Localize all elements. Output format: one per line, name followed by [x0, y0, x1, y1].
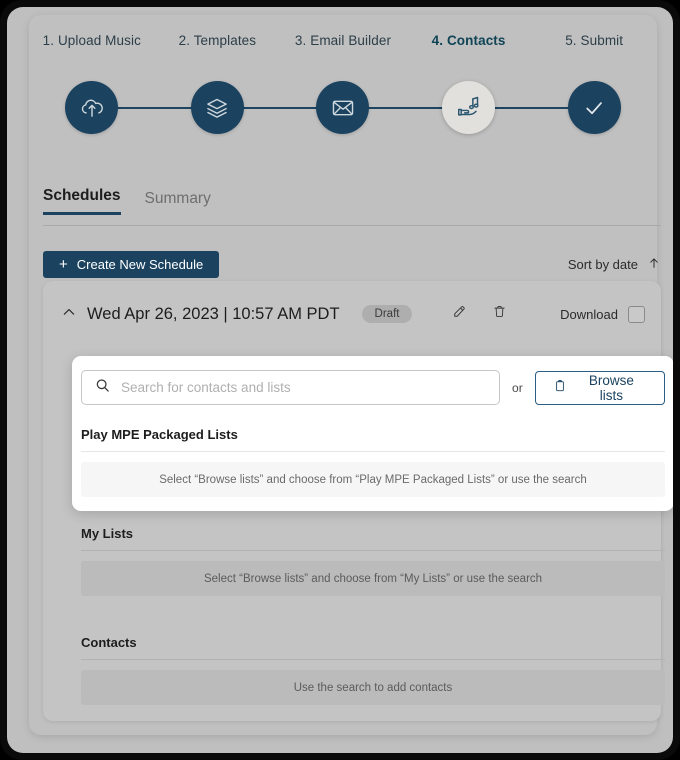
step-label-upload-music[interactable]: 1. Upload Music [29, 33, 155, 48]
stepper-label-col-4: 4. Contacts [406, 33, 532, 48]
stepper-labels: 1. Upload Music 2. Templates 3. Email Bu… [29, 33, 657, 48]
tab-bar-divider [43, 225, 661, 226]
delete-schedule-button[interactable] [486, 301, 512, 327]
sort-by-date-label: Sort by date [567, 256, 638, 272]
status-badge: Draft [361, 305, 413, 323]
section-title-contacts: Contacts [81, 635, 137, 650]
edit-schedule-button[interactable] [446, 301, 472, 327]
stepper-circle-col-4 [406, 81, 532, 134]
check-icon [580, 94, 608, 122]
device-frame: 1. Upload Music 2. Templates 3. Email Bu… [0, 0, 680, 760]
browse-lists-label: Browse lists [588, 372, 634, 403]
search-row: or Browse lists [81, 370, 665, 405]
page-viewport: 1. Upload Music 2. Templates 3. Email Bu… [7, 7, 673, 753]
tab-row: Schedules Summary [43, 183, 643, 215]
step-circle-upload-music[interactable] [65, 81, 119, 134]
or-separator-label: or [512, 380, 523, 395]
step-label-email-builder[interactable]: 3. Email Builder [280, 33, 406, 48]
tab-bar: Schedules Summary [43, 183, 643, 225]
step-circle-email-builder[interactable] [316, 81, 370, 134]
contacts-divider [81, 659, 665, 660]
trash-icon [492, 304, 507, 324]
progress-stepper: 1. Upload Music 2. Templates 3. Email Bu… [29, 33, 657, 148]
schedule-card: Wed Apr 26, 2023 | 10:57 AM PDT Draft Do… [43, 281, 673, 721]
step-circle-templates[interactable] [190, 81, 244, 134]
edit-pencil-icon [451, 304, 467, 325]
schedules-toolbar: + Create New Schedule Sort by date [43, 247, 661, 281]
download-label: Download [560, 306, 618, 322]
stepper-circle-col-3 [280, 81, 406, 134]
browse-lists-button[interactable]: Browse lists [534, 370, 665, 405]
stepper-track [29, 81, 657, 135]
contacts-empty-state: Use the search to add contacts [81, 670, 665, 705]
packaged-lists-empty-state: Select “Browse lists” and choose from “P… [81, 462, 665, 497]
layers-icon [204, 95, 230, 121]
section-title-my-lists: My Lists [81, 526, 134, 541]
schedule-title: Wed Apr 26, 2023 | 10:57 AM PDT [87, 304, 340, 323]
search-input[interactable] [121, 380, 488, 395]
my-lists-divider [81, 550, 665, 551]
stepper-label-col-3: 3. Email Builder [280, 33, 406, 48]
sort-by-date-control[interactable]: Sort by date [568, 256, 661, 273]
envelope-icon [330, 95, 356, 121]
arrow-up-icon [647, 256, 661, 273]
step-label-submit[interactable]: 5. Submit [531, 33, 657, 48]
schedule-card-header: Wed Apr 26, 2023 | 10:57 AM PDT Draft Do… [43, 297, 661, 331]
section-title-packaged-lists: Play MPE Packaged Lists [81, 427, 238, 442]
download-control[interactable]: Download [560, 305, 645, 323]
stepper-circles [29, 81, 657, 134]
contacts-search-panel: or Browse lists Play MPE Packaged Li [72, 356, 673, 511]
create-new-schedule-button[interactable]: + Create New Schedule [43, 250, 220, 278]
step-circle-contacts[interactable] [442, 81, 496, 134]
step-circle-submit[interactable] [567, 81, 621, 134]
cloud-upload-icon [79, 95, 105, 121]
hand-music-note-icon [455, 94, 483, 122]
search-icon [94, 377, 111, 399]
collapse-toggle-button[interactable] [57, 302, 81, 326]
stepper-label-col-1: 1. Upload Music [29, 33, 155, 48]
search-box[interactable] [81, 370, 501, 405]
section-contacts: Contacts Use the search to add contacts [81, 635, 665, 705]
tab-summary[interactable]: Summary [145, 190, 211, 215]
plus-icon: + [59, 255, 68, 273]
tab-schedules[interactable]: Schedules [43, 187, 121, 215]
section-my-lists: My Lists Select “Browse lists” and choos… [81, 526, 665, 596]
stepper-label-col-5: 5. Submit [531, 33, 657, 48]
step-label-contacts[interactable]: 4. Contacts [406, 33, 532, 48]
chevron-up-icon [61, 304, 77, 325]
main-content-card: 1. Upload Music 2. Templates 3. Email Bu… [29, 15, 673, 735]
stepper-circle-col-2 [155, 81, 281, 134]
stepper-circle-col-5 [531, 81, 657, 134]
packaged-lists-divider [81, 451, 665, 452]
my-lists-empty-state: Select “Browse lists” and choose from “M… [81, 561, 665, 596]
stepper-label-col-2: 2. Templates [155, 33, 281, 48]
step-label-templates[interactable]: 2. Templates [155, 33, 281, 48]
stepper-circle-col-1 [29, 81, 155, 134]
download-checkbox[interactable] [628, 305, 645, 323]
clipboard-icon [553, 379, 567, 396]
create-new-schedule-label: Create New Schedule [76, 256, 204, 272]
